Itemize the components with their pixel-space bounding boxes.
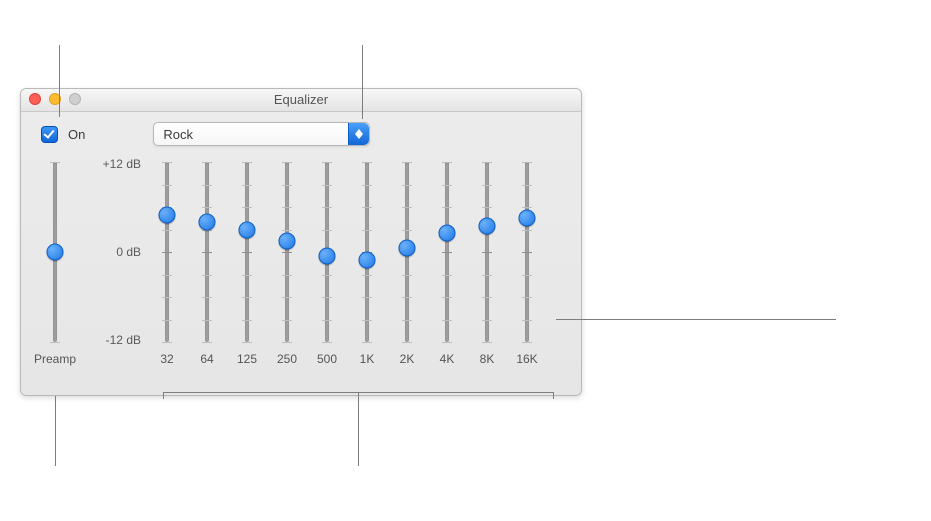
band-column-64: 64	[187, 158, 227, 366]
band-freq-label: 125	[237, 352, 257, 366]
popup-arrows-icon	[348, 123, 369, 145]
band-slider-500[interactable]	[325, 162, 329, 342]
callout-leader	[358, 392, 359, 466]
band-freq-label: 8K	[480, 352, 495, 366]
preamp-label: Preamp	[34, 352, 76, 366]
on-checkbox-label: On	[68, 127, 85, 142]
band-slider-2K[interactable]	[405, 162, 409, 342]
band-column-2K: 2K	[387, 158, 427, 366]
titlebar: Equalizer	[21, 89, 581, 112]
band-column-8K: 8K	[467, 158, 507, 366]
band-slider-thumb-64[interactable]	[199, 213, 216, 230]
band-slider-1K[interactable]	[365, 162, 369, 342]
band-freq-label: 1K	[360, 352, 375, 366]
band-slider-16K[interactable]	[525, 162, 529, 342]
band-column-1K: 1K	[347, 158, 387, 366]
preamp-slider-thumb[interactable]	[47, 244, 64, 261]
band-freq-label: 4K	[440, 352, 455, 366]
eq-body: Preamp +12 dB 0 dB -12 dB 32 64 125 250 500 1…	[21, 152, 581, 380]
band-slider-125[interactable]	[245, 162, 249, 342]
db-scale: +12 dB 0 dB -12 dB	[75, 158, 147, 352]
band-freq-label: 2K	[400, 352, 415, 366]
band-column-4K: 4K	[427, 158, 467, 366]
scale-top-label: +12 dB	[103, 158, 141, 170]
band-slider-thumb-16K[interactable]	[519, 210, 536, 227]
preset-popup[interactable]: Rock	[153, 122, 370, 146]
band-column-16K: 16K	[507, 158, 547, 366]
band-slider-4K[interactable]	[445, 162, 449, 342]
band-slider-thumb-32[interactable]	[159, 206, 176, 223]
band-slider-thumb-2K[interactable]	[399, 240, 416, 257]
band-freq-label: 500	[317, 352, 337, 366]
equalizer-window: Equalizer On Rock Preamp +12 dB 0	[20, 88, 582, 396]
band-slider-8K[interactable]	[485, 162, 489, 342]
on-checkbox[interactable]	[41, 126, 58, 143]
callout-leader	[55, 396, 56, 466]
band-slider-thumb-1K[interactable]	[359, 251, 376, 268]
preset-popup-value: Rock	[154, 127, 193, 142]
zoom-button[interactable]	[69, 93, 81, 105]
preamp-slider[interactable]	[53, 162, 57, 342]
window-title: Equalizer	[274, 92, 328, 107]
bands-area: 32 64 125 250 500 1K 2K 4K 8K 16K	[147, 158, 547, 366]
band-slider-thumb-125[interactable]	[239, 221, 256, 238]
scale-mid-label: 0 dB	[116, 246, 141, 258]
band-freq-label: 16K	[516, 352, 537, 366]
band-column-32: 32	[147, 158, 187, 366]
callout-leader	[362, 45, 363, 119]
band-freq-label: 64	[200, 352, 213, 366]
callout-leader	[553, 392, 554, 399]
band-slider-thumb-4K[interactable]	[439, 225, 456, 242]
band-column-500: 500	[307, 158, 347, 366]
band-slider-250[interactable]	[285, 162, 289, 342]
band-column-125: 125	[227, 158, 267, 366]
band-freq-label: 250	[277, 352, 297, 366]
band-column-250: 250	[267, 158, 307, 366]
controls-row: On Rock	[21, 112, 581, 152]
band-slider-32[interactable]	[165, 162, 169, 342]
band-freq-label: 32	[160, 352, 173, 366]
close-button[interactable]	[29, 93, 41, 105]
callout-leader	[163, 392, 164, 399]
band-slider-thumb-250[interactable]	[279, 232, 296, 249]
callout-leader	[556, 319, 836, 320]
preamp-column: Preamp	[35, 158, 75, 366]
band-slider-thumb-8K[interactable]	[479, 217, 496, 234]
band-slider-thumb-500[interactable]	[319, 247, 336, 264]
window-controls	[29, 93, 81, 105]
callout-leader	[59, 45, 60, 117]
scale-bottom-label: -12 dB	[106, 334, 141, 346]
band-slider-64[interactable]	[205, 162, 209, 342]
